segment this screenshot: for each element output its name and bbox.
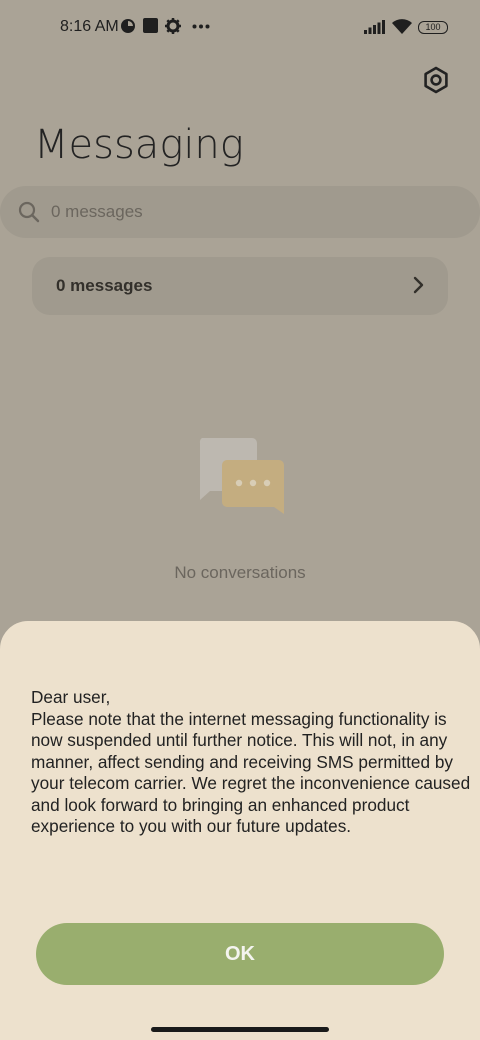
square-app-icon bbox=[143, 18, 158, 33]
messages-summary-card[interactable]: 0 messages bbox=[32, 257, 448, 315]
data-saver-icon bbox=[121, 19, 135, 33]
page-title: Messaging bbox=[34, 122, 244, 168]
search-icon bbox=[18, 201, 40, 223]
search-bar[interactable]: 0 messages bbox=[0, 186, 480, 238]
battery-level: 100 bbox=[425, 22, 441, 32]
search-input[interactable]: 0 messages bbox=[51, 202, 143, 222]
wifi-icon bbox=[392, 19, 412, 34]
settings-icon bbox=[165, 18, 181, 34]
dialog-message: Dear user, Please note that the internet… bbox=[31, 687, 471, 836]
chevron-right-icon bbox=[413, 276, 424, 294]
status-bar: 8:16 AM 100 bbox=[0, 0, 480, 56]
empty-state-text: No conversations bbox=[174, 563, 306, 582]
more-dots-icon bbox=[192, 24, 210, 29]
battery-icon: 100 bbox=[418, 21, 448, 34]
notice-dialog: Dear user, Please note that the internet… bbox=[0, 621, 480, 1040]
home-indicator[interactable] bbox=[151, 1027, 329, 1032]
messages-summary-label: 0 messages bbox=[56, 276, 153, 295]
gear-icon[interactable] bbox=[422, 66, 450, 94]
empty-conversations-icon bbox=[199, 438, 284, 514]
signal-icon bbox=[364, 20, 385, 34]
ok-button[interactable]: OK bbox=[36, 923, 444, 985]
status-time: 8:16 AM bbox=[60, 18, 119, 35]
